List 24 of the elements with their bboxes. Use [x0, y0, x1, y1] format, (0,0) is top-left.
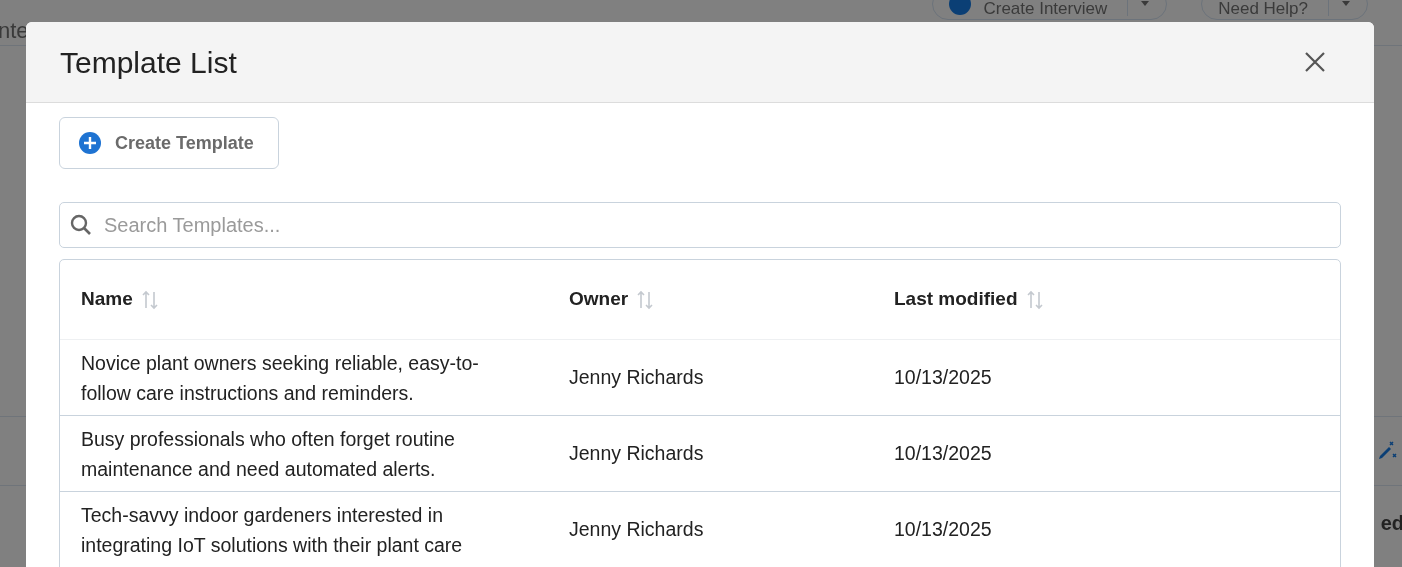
nav-tab[interactable]: nte: [0, 14, 29, 47]
table-cell-text: Novice plant owners seeking reliable, easy-to-follow care instructions and reminders.: [81, 350, 480, 406]
sort-icon[interactable]: [636, 288, 655, 311]
table-cell-text: Jenny Richards: [569, 364, 705, 390]
table-cell-text: Busy professionals who often forget routine maintenance and need automated alerts.: [81, 426, 456, 482]
table-cell-text: Jenny Richards: [569, 440, 705, 466]
create-template-button[interactable]: Create Template: [59, 117, 279, 169]
column-header[interactable]: Owner: [569, 285, 894, 314]
table-cell-text: Jenny Richards: [569, 516, 705, 542]
column-header[interactable]: Last modified: [894, 285, 1340, 314]
caret-icon: [1140, 0, 1151, 8]
table-cell-text: 10/13/2025: [894, 440, 993, 466]
table-cell-text: 10/13/2025: [894, 364, 993, 390]
column-header: ed: [1380, 511, 1402, 536]
table-cell-text: Tech-savvy indoor gardeners interested in integrating IoT solutions with their plant care: [81, 502, 464, 558]
sort-icon[interactable]: [140, 288, 159, 311]
sort-icon[interactable]: [1025, 288, 1044, 311]
search-icon: [69, 213, 93, 237]
modal-title: Template List: [60, 44, 237, 81]
caret-icon: [1341, 0, 1351, 8]
pencil-icon[interactable]: [1376, 440, 1398, 462]
column-header[interactable]: Name: [81, 285, 569, 314]
search-field[interactable]: Search Templates...: [59, 202, 1341, 248]
table-cell-text: 10/13/2025: [894, 516, 993, 542]
